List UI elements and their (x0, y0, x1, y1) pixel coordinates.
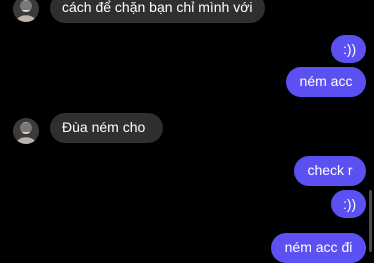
message-text: ném acc (299, 73, 353, 89)
message-text: check r (307, 162, 353, 178)
message-outgoing[interactable]: :)) (331, 190, 366, 218)
message-text: Đùa ném cho (62, 119, 146, 135)
message-outgoing[interactable]: ném acc (286, 67, 366, 97)
avatar[interactable] (13, 118, 39, 144)
message-outgoing[interactable]: :)) (331, 35, 366, 63)
message-text: ném acc đi (284, 239, 353, 255)
message-outgoing[interactable]: ném acc đi (271, 233, 366, 263)
message-text: :)) (343, 41, 357, 57)
avatar[interactable] (13, 0, 39, 22)
message-text: cách để chặn bạn chỉ mình với (62, 0, 253, 15)
message-text: :)) (343, 196, 357, 212)
scrollbar[interactable] (369, 190, 372, 252)
message-incoming[interactable]: cách để chặn bạn chỉ mình với (50, 0, 265, 23)
message-outgoing[interactable]: check r (294, 156, 366, 186)
message-incoming[interactable]: Đùa ném cho (50, 113, 163, 143)
